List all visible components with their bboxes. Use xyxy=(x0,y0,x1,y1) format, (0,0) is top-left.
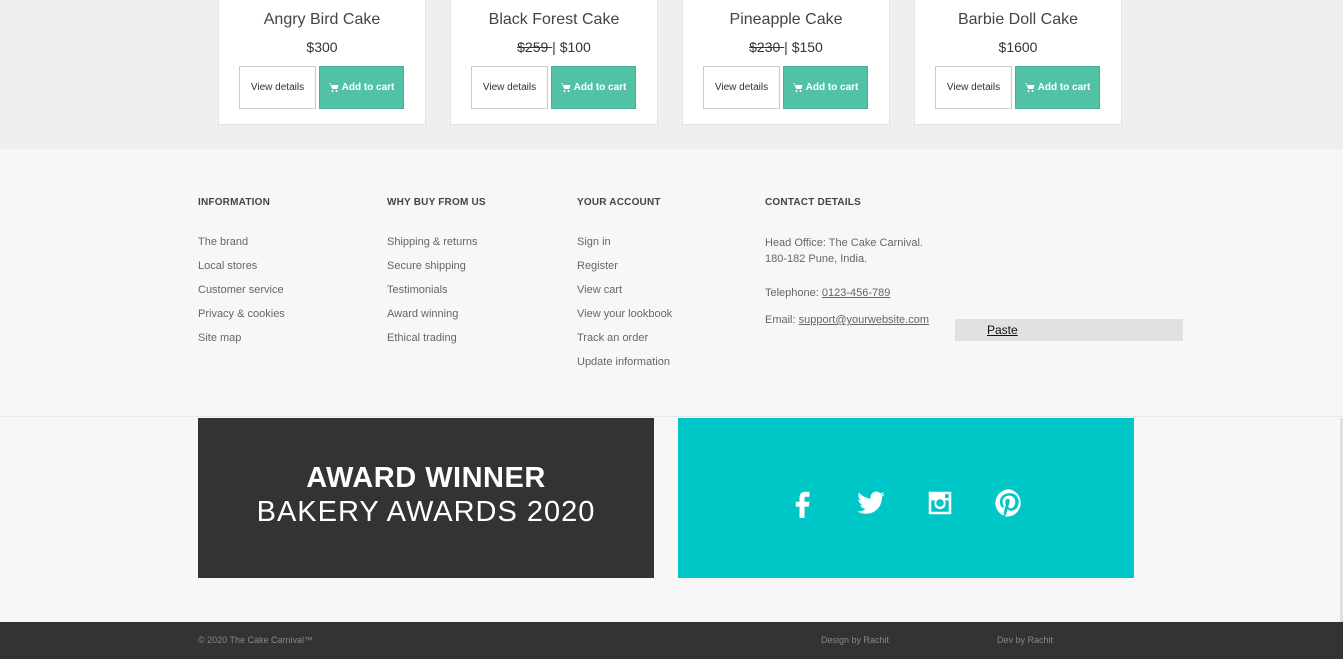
product-card: Barbie Doll Cake $1600 View details Add … xyxy=(914,0,1122,125)
design-credit: Design by Rachit xyxy=(821,635,890,645)
footer-link-site-map[interactable]: Site map xyxy=(198,332,285,356)
product-price: $230 | $150 xyxy=(683,39,889,57)
product-price: $259 | $100 xyxy=(451,39,657,57)
award-banner: AWARD WINNER BAKERY AWARDS 2020 xyxy=(198,418,654,578)
footer-link-local-stores[interactable]: Local stores xyxy=(198,260,285,284)
email-label: Email: xyxy=(765,314,799,326)
product-price: $1600 xyxy=(915,39,1121,57)
twitter-icon[interactable] xyxy=(856,488,886,518)
view-details-button[interactable]: View details xyxy=(703,66,780,109)
footer-account-column: YOUR ACCOUNT Sign in Register View cart … xyxy=(577,197,672,380)
award-subtitle: BAKERY AWARDS 2020 xyxy=(256,496,596,528)
context-menu-paste[interactable]: Paste xyxy=(955,319,1183,341)
footer-link-the-brand[interactable]: The brand xyxy=(198,236,285,260)
add-to-cart-button[interactable]: Add to cart xyxy=(1015,66,1100,109)
product-old-price: $230 xyxy=(749,39,785,55)
add-to-cart-label: Add to cart xyxy=(1037,82,1091,93)
view-details-button[interactable]: View details xyxy=(935,66,1012,109)
head-office-line1: Head Office: The Cake Carnival. xyxy=(765,237,923,249)
price-separator: | xyxy=(552,39,556,55)
email-line: Email: support@yourwebsite.com xyxy=(765,312,929,328)
product-card: Angry Bird Cake $300 View details Add to… xyxy=(218,0,426,125)
email-link[interactable]: support@yourwebsite.com xyxy=(799,314,929,326)
instagram-icon[interactable] xyxy=(925,488,955,518)
product-price: $300 xyxy=(219,39,425,57)
footer-heading: CONTACT DETAILS xyxy=(765,197,861,208)
social-banner xyxy=(678,418,1134,578)
footer-why-buy-column: WHY BUY FROM US Shipping & returns Secur… xyxy=(387,197,486,356)
cart-icon xyxy=(1024,83,1035,92)
product-card: Black Forest Cake $259 | $100 View detai… xyxy=(450,0,658,125)
footer-link-update-information[interactable]: Update information xyxy=(577,356,672,380)
product-name: Barbie Doll Cake xyxy=(957,11,1079,28)
copyright-text: © 2020 The Cake Carnival™ xyxy=(198,635,314,645)
award-title: AWARD WINNER xyxy=(306,462,546,494)
telephone-link[interactable]: 0123-456-789 xyxy=(822,287,891,299)
footer-information-column: INFORMATION The brand Local stores Custo… xyxy=(198,197,285,356)
product-price-value: $1600 xyxy=(998,39,1038,55)
paste-label: Paste xyxy=(987,323,1018,337)
price-separator: | xyxy=(784,39,788,55)
footer-link-lookbook[interactable]: View your lookbook xyxy=(577,308,672,332)
footer-link-testimonials[interactable]: Testimonials xyxy=(387,284,486,308)
footer-link-shipping-returns[interactable]: Shipping & returns xyxy=(387,236,486,260)
footer-link-track-order[interactable]: Track an order xyxy=(577,332,672,356)
footer-heading: INFORMATION xyxy=(198,197,271,208)
footer-link-secure-shipping[interactable]: Secure shipping xyxy=(387,260,486,284)
add-to-cart-button[interactable]: Add to cart xyxy=(551,66,636,109)
head-office-line2: 180-182 Pune, India. xyxy=(765,253,868,265)
bottom-bar: © 2020 The Cake Carnival™ Design by Rach… xyxy=(0,622,1343,659)
footer-heading: WHY BUY FROM US xyxy=(387,197,486,208)
add-to-cart-button[interactable]: Add to cart xyxy=(319,66,404,109)
footer-link-register[interactable]: Register xyxy=(577,260,672,284)
footer-contact-column: CONTACT DETAILS Head Office: The Cake Ca… xyxy=(765,197,929,328)
footer-link-ethical-trading[interactable]: Ethical trading xyxy=(387,332,486,356)
product-card: Pineapple Cake $230 | $150 View details … xyxy=(682,0,890,125)
footer-link-customer-service[interactable]: Customer service xyxy=(198,284,285,308)
cart-icon xyxy=(560,83,571,92)
product-strip: Angry Bird Cake $300 View details Add to… xyxy=(0,0,1343,149)
footer-heading: YOUR ACCOUNT xyxy=(577,197,661,208)
view-details-button[interactable]: View details xyxy=(239,66,316,109)
product-name: Black Forest Cake xyxy=(488,11,620,28)
add-to-cart-button[interactable]: Add to cart xyxy=(783,66,868,109)
footer-link-view-cart[interactable]: View cart xyxy=(577,284,672,308)
cart-icon xyxy=(328,83,339,92)
add-to-cart-label: Add to cart xyxy=(805,82,859,93)
footer-link-privacy-cookies[interactable]: Privacy & cookies xyxy=(198,308,285,332)
product-price-value: $300 xyxy=(306,39,338,55)
view-details-button[interactable]: View details xyxy=(471,66,548,109)
pinterest-icon[interactable] xyxy=(994,488,1024,518)
footer-link-sign-in[interactable]: Sign in xyxy=(577,236,672,260)
product-old-price: $259 xyxy=(517,39,553,55)
telephone-label: Telephone: xyxy=(765,287,822,299)
facebook-icon[interactable] xyxy=(787,488,817,518)
add-to-cart-label: Add to cart xyxy=(573,82,627,93)
product-name: Pineapple Cake xyxy=(729,11,843,28)
footer: INFORMATION The brand Local stores Custo… xyxy=(0,149,1343,417)
add-to-cart-label: Add to cart xyxy=(341,82,395,93)
telephone-line: Telephone: 0123-456-789 xyxy=(765,285,929,301)
footer-link-award-winning[interactable]: Award winning xyxy=(387,308,486,332)
dev-credit: Dev by Rachit xyxy=(997,635,1054,645)
cart-icon xyxy=(792,83,803,92)
product-price-value: $100 xyxy=(559,39,591,55)
product-name: Angry Bird Cake xyxy=(263,11,381,28)
product-price-value: $150 xyxy=(791,39,823,55)
